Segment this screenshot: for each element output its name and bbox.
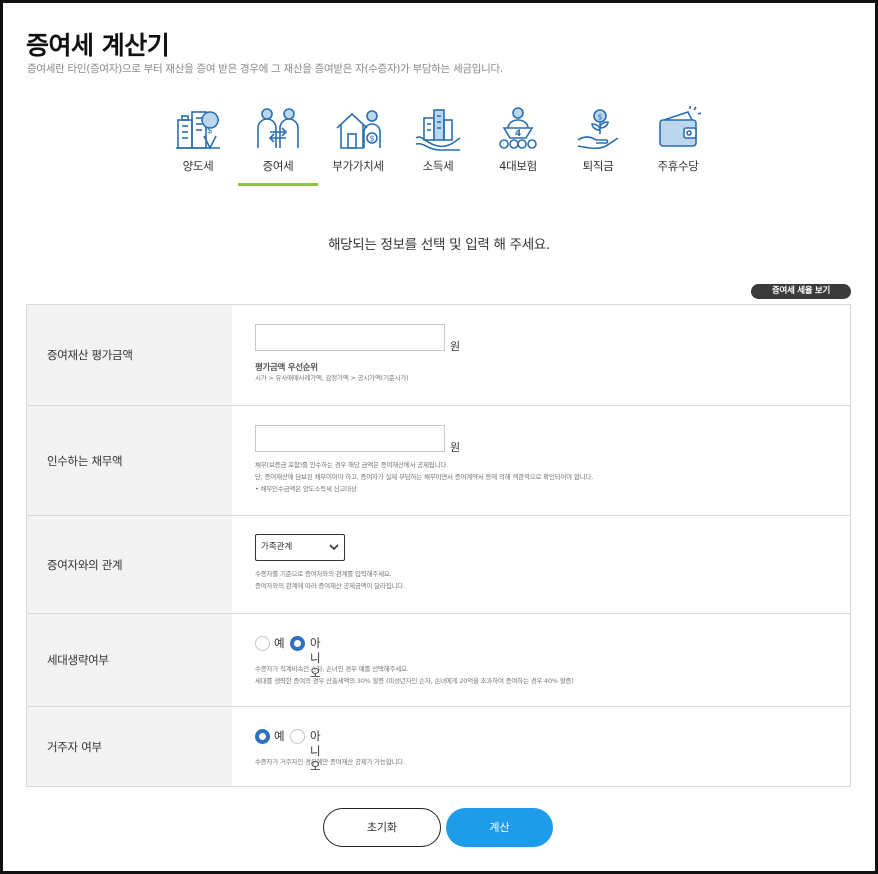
row-gift-value: 증여재산 평가금액 원 평가금액 우선순위 시가 > 유사매매사례가액, 감정가… bbox=[27, 305, 850, 406]
row-value-cell: 예 아니오 수증자가 직계비속인 손자, 손녀인 경우 예를 선택해주세요. 세… bbox=[232, 614, 850, 706]
reset-button[interactable]: 초기화 bbox=[323, 808, 441, 847]
resident-yes-radio[interactable] bbox=[255, 729, 270, 744]
relation-label: 증여자와의 관계 bbox=[47, 557, 123, 572]
debt-input[interactable] bbox=[255, 425, 445, 452]
tab-label: 퇴직금 bbox=[582, 159, 614, 173]
debt-note: 채무(보증금 포함)를 인수하는 경우 해당 금액은 증여재산에서 공제됩니다. bbox=[255, 461, 449, 469]
active-tab-underline bbox=[238, 183, 318, 186]
chevron-down-icon bbox=[329, 544, 339, 551]
tab-weekly-allowance[interactable]: 주휴수당 bbox=[638, 104, 718, 186]
resident-yes-label[interactable]: 예 bbox=[274, 729, 285, 744]
generation-skip-yes-label[interactable]: 예 bbox=[274, 636, 285, 651]
house-person-icon: $ bbox=[334, 106, 382, 152]
generation-skip-note: 세대를 생략한 증여의 경우 산출세액의 30% 할증 (미성년자인 손자, 손… bbox=[255, 677, 574, 685]
tab-severance[interactable]: $ 퇴직금 bbox=[558, 104, 638, 186]
relation-note: 수증자를 기준으로 증여자와의 관계를 입력해주세요. bbox=[255, 570, 392, 578]
row-debt: 인수하는 채무액 원 채무(보증금 포함)를 인수하는 경우 해당 금액은 증여… bbox=[27, 406, 850, 516]
relation-note: 증여자와의 관계에 따라 증여재산 공제금액이 달라집니다. bbox=[255, 582, 405, 590]
gift-value-label: 증여재산 평가금액 bbox=[47, 348, 133, 362]
page-title: 증여세 계산기 bbox=[26, 31, 170, 60]
tax-rate-button[interactable]: 증여세 세율 보기 bbox=[751, 284, 851, 299]
city-hand-icon bbox=[414, 106, 462, 152]
tab-label: 증여세 bbox=[262, 159, 294, 173]
svg-text:$: $ bbox=[598, 113, 603, 122]
tab-label: 소득세 bbox=[422, 159, 454, 173]
resident-note: 수증자가 거주자인 경우에만 증여재산 공제가 가능합니다. bbox=[255, 758, 405, 766]
row-label-cell: 증여재산 평가금액 bbox=[27, 305, 232, 405]
gift-value-note: 시가 > 유사매매사례가액, 감정가액 > 공시가액(기준시가) bbox=[255, 374, 409, 382]
gift-value-note-title: 평가금액 우선순위 bbox=[255, 363, 318, 373]
tab-vat[interactable]: $ 부가가치세 bbox=[318, 104, 398, 186]
calculator-tabs: $ 양도세 증여세 $ 부가가치세 소득세 4 4대보험 $ 퇴직금 주휴수당 bbox=[158, 104, 718, 186]
generation-skip-yes-radio[interactable] bbox=[255, 636, 270, 651]
row-label-cell: 인수하는 채무액 bbox=[27, 406, 232, 515]
tab-label: 양도세 bbox=[182, 159, 214, 173]
row-label-cell: 증여자와의 관계 bbox=[27, 516, 232, 613]
row-label-cell: 거주자 여부 bbox=[27, 707, 232, 786]
relation-selected-value: 가족관계 bbox=[261, 542, 293, 552]
row-label-cell: 세대생략여부 bbox=[27, 614, 232, 706]
wallet-icon bbox=[654, 106, 702, 152]
row-value-cell: 예 아니오 수증자가 거주자인 경우에만 증여재산 공제가 가능합니다. bbox=[232, 707, 850, 786]
svg-text:4: 4 bbox=[515, 129, 521, 139]
gift-value-unit: 원 bbox=[450, 340, 461, 353]
generation-skip-label: 세대생략여부 bbox=[47, 653, 109, 667]
resident-label: 거주자 여부 bbox=[47, 739, 102, 754]
row-relation: 증여자와의 관계 가족관계 수증자를 기준으로 증여자와의 관계를 입력해주세요… bbox=[27, 516, 850, 614]
row-value-cell: 원 채무(보증금 포함)를 인수하는 경우 해당 금액은 증여재산에서 공제됩니… bbox=[232, 406, 850, 515]
svg-text:$: $ bbox=[207, 126, 213, 136]
generation-skip-note: 수증자가 직계비속인 손자, 손녀인 경우 예를 선택해주세요. bbox=[255, 665, 409, 673]
resident-no-radio[interactable] bbox=[290, 729, 305, 744]
svg-text:$: $ bbox=[370, 134, 375, 143]
tab-income-tax[interactable]: 소득세 bbox=[398, 104, 478, 186]
row-value-cell: 가족관계 수증자를 기준으로 증여자와의 관계를 입력해주세요. 증여자와의 관… bbox=[232, 516, 850, 613]
debt-label: 인수하는 채무액 bbox=[47, 453, 123, 468]
tab-label: 주휴수당 bbox=[657, 159, 699, 173]
gift-value-input[interactable] bbox=[255, 324, 445, 351]
debt-note: • 채무인수금액은 양도소득세 신고대상 bbox=[255, 485, 357, 493]
debt-note: 단, 증여재산에 담보된 채무이어야 하고, 증여자가 실제 부담하는 채무이면… bbox=[255, 473, 594, 481]
instruction-text: 해당되는 정보를 선택 및 입력 해 주세요. bbox=[328, 237, 550, 253]
tab-four-insurance[interactable]: 4 4대보험 bbox=[478, 104, 558, 186]
debt-unit: 원 bbox=[450, 441, 461, 454]
row-resident: 거주자 여부 예 아니오 수증자가 거주자인 경우에만 증여재산 공제가 가능합… bbox=[27, 707, 850, 786]
tab-label: 4대보험 bbox=[499, 159, 537, 173]
tab-gift-tax[interactable]: 증여세 bbox=[238, 104, 318, 186]
generation-skip-no-radio[interactable] bbox=[290, 636, 305, 651]
relation-select[interactable]: 가족관계 bbox=[255, 534, 345, 561]
page-description: 증여세란 타인(증여자)으로 부터 재산을 증여 받은 경우에 그 재산을 증여… bbox=[27, 63, 503, 75]
building-location-icon: $ bbox=[174, 106, 222, 152]
row-generation-skip: 세대생략여부 예 아니오 수증자가 직계비속인 손자, 손녀인 경우 예를 선택… bbox=[27, 614, 850, 707]
row-value-cell: 원 평가금액 우선순위 시가 > 유사매매사례가액, 감정가액 > 공시가액(기… bbox=[232, 305, 850, 405]
tab-transfer-tax[interactable]: $ 양도세 bbox=[158, 104, 238, 186]
calculate-button[interactable]: 계산 bbox=[446, 808, 553, 847]
gift-tax-form: 증여재산 평가금액 원 평가금액 우선순위 시가 > 유사매매사례가액, 감정가… bbox=[26, 304, 851, 787]
money-plant-hand-icon: $ bbox=[574, 106, 622, 152]
person-shield-icon: 4 bbox=[494, 106, 542, 152]
tab-label: 부가가치세 bbox=[332, 159, 384, 173]
people-exchange-icon bbox=[254, 106, 302, 152]
